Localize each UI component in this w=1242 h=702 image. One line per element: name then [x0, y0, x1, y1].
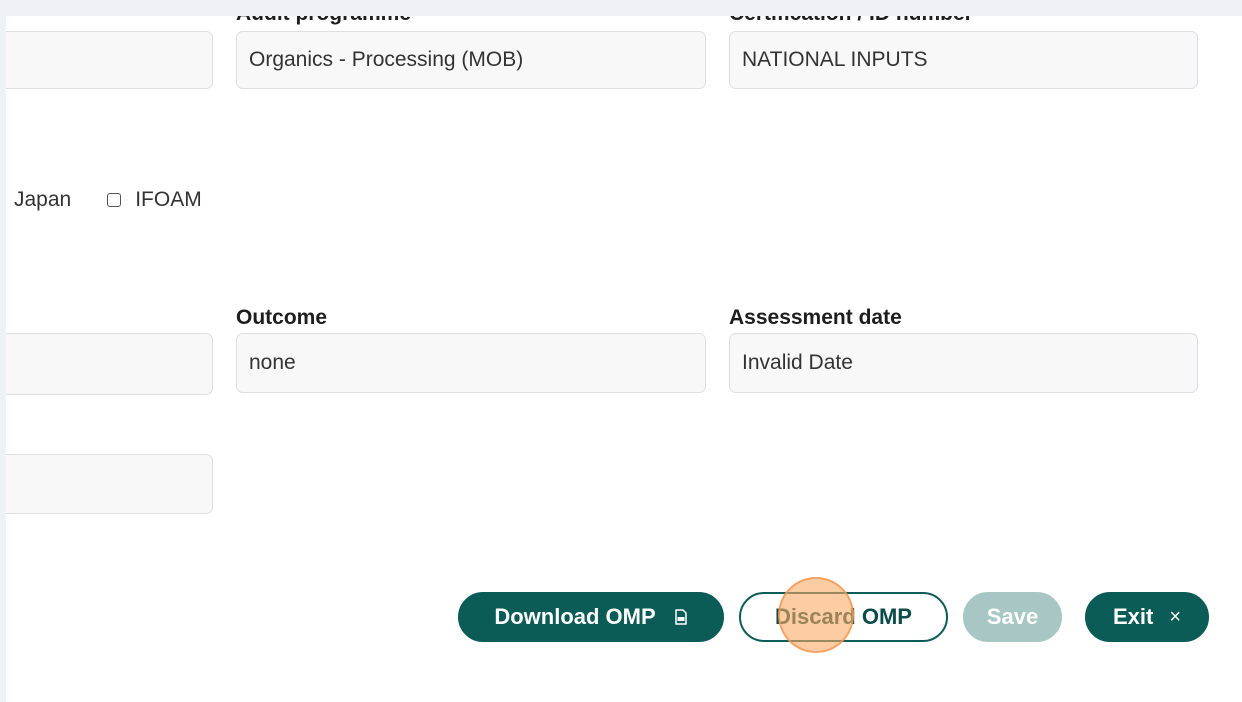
- standard-ifoam-label: IFOAM: [135, 188, 202, 211]
- omp-form: Audit programme Certification / ID numbe…: [6, 16, 1242, 702]
- discard-omp-button[interactable]: Discard OMP: [739, 592, 948, 642]
- save-label: Save: [986, 604, 1039, 629]
- audit-programme-label: Audit programme: [236, 16, 411, 26]
- outcome-field[interactable]: none: [236, 333, 706, 393]
- assessment-date-field[interactable]: Invalid Date: [729, 333, 1198, 393]
- left-field-row1[interactable]: [6, 31, 213, 89]
- discard-omp-label: Discard OMP: [775, 604, 912, 629]
- pdf-file-icon: [674, 609, 688, 625]
- outcome-label: Outcome: [236, 306, 328, 329]
- ifoam-checkbox[interactable]: [107, 193, 122, 207]
- exit-button[interactable]: Exit ×: [1085, 592, 1209, 642]
- left-field-row2[interactable]: [6, 333, 213, 395]
- audit-programme-field[interactable]: Organics - Processing (MOB): [236, 31, 706, 89]
- assessment-date-label: Assessment date: [729, 306, 902, 329]
- standard-option-japan[interactable]: Japan: [14, 188, 71, 212]
- certification-id-label: Certification / ID number: [729, 16, 973, 26]
- save-button[interactable]: Save: [963, 592, 1062, 642]
- close-icon: ×: [1169, 605, 1182, 628]
- download-omp-button[interactable]: Download OMP: [458, 592, 724, 642]
- left-field-row3[interactable]: [6, 454, 213, 514]
- standards-checkbox-row: Japan IFOAM: [14, 188, 202, 212]
- standard-option-ifoam[interactable]: IFOAM: [71, 188, 202, 212]
- certification-id-field[interactable]: NATIONAL INPUTS: [729, 31, 1198, 89]
- standard-japan-label: Japan: [14, 188, 72, 211]
- exit-label: Exit: [1112, 604, 1154, 629]
- download-omp-label: Download OMP: [494, 604, 656, 629]
